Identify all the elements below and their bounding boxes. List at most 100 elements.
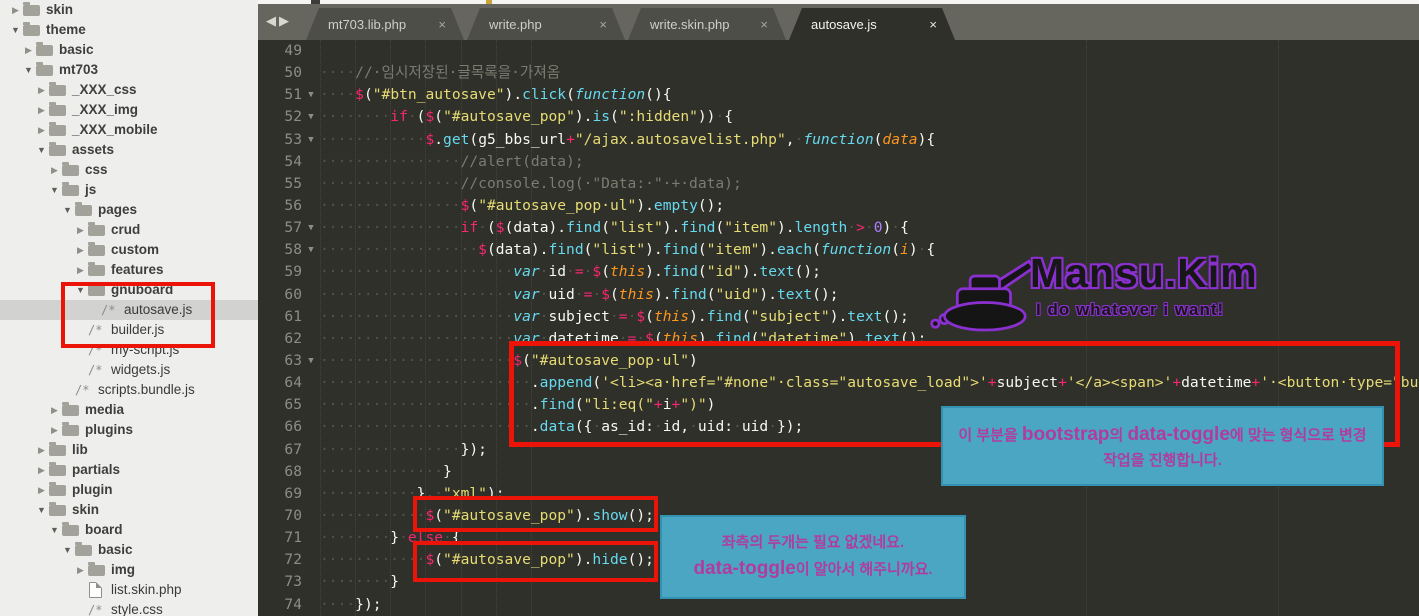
sidebar-item-board[interactable]: ▼board	[0, 520, 258, 540]
sidebar-item-my-script-js[interactable]: /*my-script.js	[0, 340, 258, 360]
sidebar-item-list-skin-php[interactable]: list.skin.php	[0, 580, 258, 600]
fold-arrow-icon[interactable]: ▼	[302, 129, 320, 151]
chevron-right-icon[interactable]: ▶	[47, 420, 62, 440]
tab-mt703-lib-php[interactable]: mt703.lib.php×	[306, 8, 464, 40]
sidebar-item-scripts-bundle-js[interactable]: /*scripts.bundle.js	[0, 380, 258, 400]
line-number: 55	[258, 173, 302, 195]
sidebar-item-partials[interactable]: ▶partials	[0, 460, 258, 480]
sidebar-item-skin[interactable]: ▶skin	[0, 0, 258, 20]
fold-arrow-icon[interactable]: ▼	[302, 84, 320, 106]
chevron-right-icon[interactable]: ▶	[8, 0, 23, 20]
fold-arrow-icon[interactable]: ▼	[302, 217, 320, 239]
sidebar-item-pages[interactable]: ▼pages	[0, 200, 258, 220]
sidebar-item-builder-js[interactable]: /*builder.js	[0, 320, 258, 340]
code-line-57[interactable]: 57▼················if·($(data).find("lis…	[258, 217, 1419, 239]
code-line-63[interactable]: 63▼······················$("#autosave_po…	[258, 350, 1419, 372]
code-line-69[interactable]: 69···········},·"xml");	[258, 483, 1419, 505]
sidebar-item-mt703[interactable]: ▼ mt703	[0, 60, 258, 80]
chevron-right-icon[interactable]: ▶	[34, 460, 49, 480]
chevron-down-icon[interactable]: ▼	[34, 500, 49, 520]
chevron-down-icon[interactable]: ▼	[60, 540, 75, 560]
chevron-right-icon[interactable]: ▶	[34, 120, 49, 140]
code-line-53[interactable]: 53▼············$.get(g5_bbs_url+"/ajax.a…	[258, 129, 1419, 151]
sidebar-item-features[interactable]: ▶features	[0, 260, 258, 280]
sidebar-item-skin[interactable]: ▼skin	[0, 500, 258, 520]
sidebar-item--XXX-mobile[interactable]: ▶ _XXX_mobile	[0, 120, 258, 140]
chevron-right-icon[interactable]: ▶	[34, 100, 49, 120]
line-number: 53	[258, 129, 302, 151]
chevron-right-icon[interactable]: ▶	[73, 220, 88, 240]
close-icon[interactable]: ×	[430, 17, 446, 32]
fold-arrow-icon[interactable]: ▼	[302, 350, 320, 372]
sidebar-item-autosave-js[interactable]: /*autosave.js	[0, 300, 258, 320]
code-line-64[interactable]: 64························.append('<li><…	[258, 372, 1419, 394]
close-icon[interactable]: ×	[752, 17, 768, 32]
sidebar-item-label: _XXX_img	[72, 100, 138, 120]
code-line-54[interactable]: 54················//alert(data);	[258, 151, 1419, 173]
chevron-down-icon[interactable]: ▼	[34, 140, 49, 160]
code-line-51[interactable]: 51▼····$("#btn_autosave").click(function…	[258, 84, 1419, 106]
tab-nav-arrows[interactable]: ◀▶	[266, 13, 292, 29]
folder-icon	[88, 565, 105, 576]
chevron-down-icon[interactable]: ▼	[73, 280, 88, 300]
chevron-down-icon[interactable]: ▼	[47, 180, 62, 200]
sidebar-item-style-css[interactable]: /*style.css	[0, 600, 258, 616]
tab-write-skin-php[interactable]: write.skin.php×	[628, 8, 786, 40]
chevron-down-icon[interactable]: ▼	[47, 520, 62, 540]
chevron-right-icon[interactable]: ▶	[73, 260, 88, 280]
sidebar-item-label: _XXX_mobile	[72, 120, 158, 140]
tab-nav-left-icon[interactable]: ◀	[266, 13, 279, 28]
sidebar-item-widgets-js[interactable]: /*widgets.js	[0, 360, 258, 380]
tab-autosave-js[interactable]: autosave.js×	[789, 8, 955, 40]
callout-note-2-line1: 좌측의 두개는 필요 없겠네요.	[672, 531, 954, 554]
chevron-down-icon[interactable]: ▼	[21, 60, 36, 80]
sidebar-item-basic[interactable]: ▼basic	[0, 540, 258, 560]
chevron-down-icon[interactable]: ▼	[8, 20, 23, 40]
close-icon[interactable]: ×	[591, 17, 607, 32]
fold-arrow-icon[interactable]: ▼	[302, 239, 320, 261]
line-number: 57	[258, 217, 302, 239]
line-number: 67	[258, 439, 302, 461]
code-line-52[interactable]: 52▼········if·($("#autosave_pop").is(":h…	[258, 106, 1419, 128]
tab-nav-right-icon[interactable]: ▶	[279, 13, 292, 28]
chevron-right-icon[interactable]: ▶	[47, 400, 62, 420]
sidebar-item-css[interactable]: ▶css	[0, 160, 258, 180]
sidebar-item--XXX-css[interactable]: ▶_XXX_css	[0, 80, 258, 100]
chevron-right-icon[interactable]: ▶	[34, 80, 49, 100]
folder-icon	[62, 525, 79, 536]
chevron-right-icon[interactable]: ▶	[47, 160, 62, 180]
sidebar-item-plugin[interactable]: ▶plugin	[0, 480, 258, 500]
sidebar-item-img[interactable]: ▶img	[0, 560, 258, 580]
sidebar-item-plugins[interactable]: ▶plugins	[0, 420, 258, 440]
code-line-49[interactable]: 49	[258, 40, 1419, 62]
sidebar-item-label: builder.js	[111, 320, 164, 340]
chevron-right-icon[interactable]: ▶	[73, 240, 88, 260]
sidebar-item-label: list.skin.php	[111, 580, 182, 600]
code-line-50[interactable]: 50····//·임시저장된·글목록을·가져옴	[258, 62, 1419, 84]
chevron-down-icon[interactable]: ▼	[60, 200, 75, 220]
code-line-56[interactable]: 56················$("#autosave_pop·ul").…	[258, 195, 1419, 217]
sidebar-item-gnuboard[interactable]: ▼gnuboard	[0, 280, 258, 300]
chevron-right-icon[interactable]: ▶	[34, 480, 49, 500]
sidebar-item-label: mt703	[59, 60, 98, 80]
chevron-right-icon[interactable]: ▶	[21, 40, 36, 60]
tab-write-php[interactable]: write.php×	[467, 8, 625, 40]
sidebar-item--XXX-img[interactable]: ▶ _XXX_img	[0, 100, 258, 120]
sidebar-item-custom[interactable]: ▶custom	[0, 240, 258, 260]
sidebar-item-crud[interactable]: ▶crud	[0, 220, 258, 240]
line-number: 49	[258, 40, 302, 62]
sidebar-item-lib[interactable]: ▶lib	[0, 440, 258, 460]
chevron-right-icon[interactable]: ▶	[34, 440, 49, 460]
close-icon[interactable]: ×	[921, 17, 937, 32]
sidebar-item-js[interactable]: ▼js	[0, 180, 258, 200]
sidebar-item-theme[interactable]: ▼theme	[0, 20, 258, 40]
sidebar-item-basic[interactable]: ▶basic	[0, 40, 258, 60]
code-line-55[interactable]: 55················//console.log(·"Data:·…	[258, 173, 1419, 195]
chevron-right-icon[interactable]: ▶	[73, 560, 88, 580]
code-text: ····//·임시저장된·글목록을·가져옴	[320, 64, 560, 81]
folder-icon	[62, 425, 79, 436]
sidebar-item-assets[interactable]: ▼assets	[0, 140, 258, 160]
sidebar-item-label: autosave.js	[124, 300, 192, 320]
sidebar-item-media[interactable]: ▶media	[0, 400, 258, 420]
fold-arrow-icon[interactable]: ▼	[302, 106, 320, 128]
